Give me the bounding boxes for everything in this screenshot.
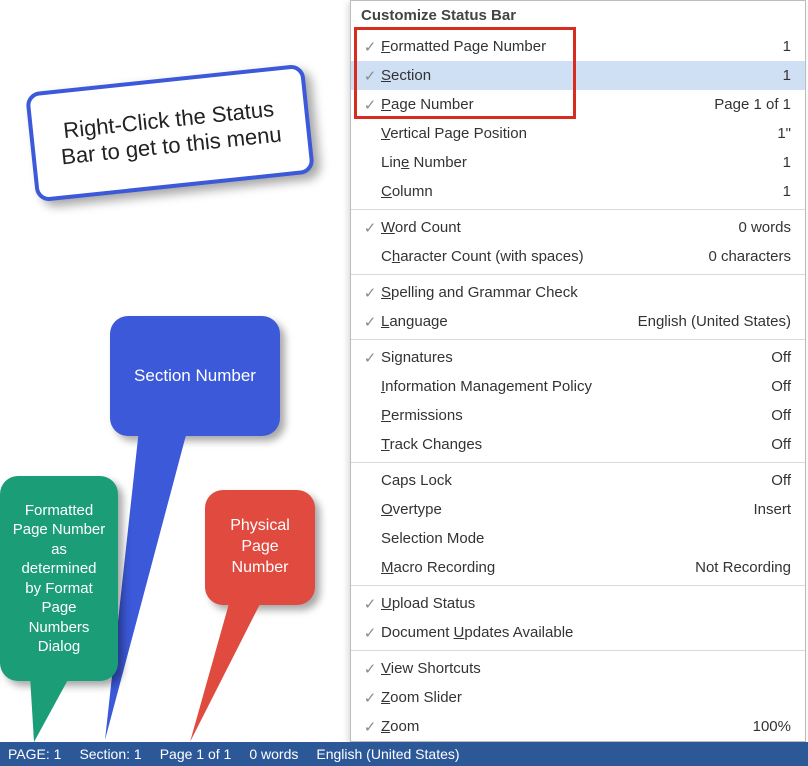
menu-item-view-shortcuts[interactable]: ✓View Shortcuts (351, 654, 805, 683)
callout-text: Section Number (134, 366, 256, 386)
menu-separator (351, 209, 805, 210)
check-icon: ✓ (359, 718, 381, 736)
menu-item-value: English (United States) (638, 313, 791, 330)
menu-item-track-changes[interactable]: Track Changes Off (351, 430, 805, 459)
callout-tail-green (20, 676, 80, 746)
menu-item-value: 1 (783, 154, 791, 171)
menu-item-value: Page 1 of 1 (714, 96, 791, 113)
callout-text: Right-Click the Status Bar to get to thi… (46, 94, 294, 171)
status-word-count[interactable]: 0 words (249, 746, 298, 762)
menu-separator (351, 650, 805, 651)
check-icon: ✓ (359, 38, 381, 56)
callout-tail-red (180, 600, 270, 745)
check-icon: ✓ (359, 349, 381, 367)
callout-rightclick-instruction: Right-Click the Status Bar to get to thi… (25, 64, 315, 203)
menu-item-label: Document Updates Available (381, 624, 573, 641)
menu-item-label: View Shortcuts (381, 660, 481, 677)
status-language[interactable]: English (United States) (316, 746, 459, 762)
check-icon: ✓ (359, 624, 381, 642)
menu-item-line-number[interactable]: Line Number 1 (351, 148, 805, 177)
menu-item-value: 1" (777, 125, 791, 142)
menu-item-signatures[interactable]: ✓Signatures Off (351, 343, 805, 372)
menu-item-zoom-slider[interactable]: ✓Zoom Slider (351, 683, 805, 712)
callout-formatted-page-number: Formatted Page Number as determined by F… (0, 476, 118, 681)
menu-item-label: Formatted Page Number (381, 38, 546, 55)
menu-item-value: Off (771, 472, 791, 489)
menu-item-label: Caps Lock (381, 472, 452, 489)
menu-item-label: Track Changes (381, 436, 482, 453)
menu-item-formatted-page-number[interactable]: ✓Formatted Page Number 1 (351, 32, 805, 61)
menu-item-value: Off (771, 349, 791, 366)
check-icon: ✓ (359, 660, 381, 678)
check-icon: ✓ (359, 313, 381, 331)
menu-item-label: Word Count (381, 219, 461, 236)
menu-item-label: Selection Mode (381, 530, 484, 547)
customize-status-bar-menu: Customize Status Bar ✓Formatted Page Num… (350, 0, 806, 742)
menu-item-label: Vertical Page Position (381, 125, 527, 142)
menu-item-label: Spelling and Grammar Check (381, 284, 578, 301)
menu-item-overtype[interactable]: Overtype Insert (351, 495, 805, 524)
check-icon: ✓ (359, 284, 381, 302)
menu-item-value: 1 (783, 183, 791, 200)
menu-item-zoom[interactable]: ✓Zoom 100% (351, 712, 805, 741)
menu-item-character-count-with-spaces-[interactable]: Character Count (with spaces) 0 character… (351, 242, 805, 271)
check-icon: ✓ (359, 96, 381, 114)
status-page[interactable]: PAGE: 1 (8, 746, 61, 762)
menu-item-value: Off (771, 436, 791, 453)
menu-item-language[interactable]: ✓Language English (United States) (351, 307, 805, 336)
check-icon: ✓ (359, 219, 381, 237)
menu-item-label: Zoom Slider (381, 689, 462, 706)
menu-item-label: Permissions (381, 407, 463, 424)
menu-item-label: Page Number (381, 96, 474, 113)
menu-item-value: 100% (753, 718, 791, 735)
menu-item-spelling-and-grammar-check[interactable]: ✓Spelling and Grammar Check (351, 278, 805, 307)
menu-item-value: Not Recording (695, 559, 791, 576)
menu-item-section[interactable]: ✓Section 1 (351, 61, 805, 90)
menu-item-macro-recording[interactable]: Macro Recording Not Recording (351, 553, 805, 582)
menu-item-vertical-page-position[interactable]: Vertical Page Position 1" (351, 119, 805, 148)
menu-item-value: 0 characters (708, 248, 791, 265)
menu-item-label: Zoom (381, 718, 419, 735)
check-icon: ✓ (359, 67, 381, 85)
menu-item-selection-mode[interactable]: Selection Mode (351, 524, 805, 553)
menu-item-label: Line Number (381, 154, 467, 171)
menu-item-label: Signatures (381, 349, 453, 366)
menu-item-label: Macro Recording (381, 559, 495, 576)
menu-separator (351, 274, 805, 275)
status-page-of[interactable]: Page 1 of 1 (160, 746, 232, 762)
menu-item-caps-lock[interactable]: Caps Lock Off (351, 466, 805, 495)
menu-item-label: Overtype (381, 501, 442, 518)
menu-item-information-management-policy[interactable]: Information Management Policy Off (351, 372, 805, 401)
menu-item-document-updates-available[interactable]: ✓Document Updates Available (351, 618, 805, 647)
menu-item-value: 0 words (738, 219, 791, 236)
menu-item-value: 1 (783, 38, 791, 55)
menu-item-upload-status[interactable]: ✓Upload Status (351, 589, 805, 618)
menu-item-word-count[interactable]: ✓Word Count 0 words (351, 213, 805, 242)
menu-item-label: Character Count (with spaces) (381, 248, 584, 265)
callout-section-number: Section Number (110, 316, 280, 436)
status-section[interactable]: Section: 1 (79, 746, 141, 762)
menu-item-label: Language (381, 313, 448, 330)
callout-text: Physical Page Number (217, 516, 303, 578)
menu-separator (351, 462, 805, 463)
menu-item-value: Off (771, 407, 791, 424)
menu-item-label: Upload Status (381, 595, 475, 612)
menu-item-value: 1 (783, 67, 791, 84)
check-icon: ✓ (359, 689, 381, 707)
status-bar[interactable]: PAGE: 1 Section: 1 Page 1 of 1 0 words E… (0, 742, 808, 766)
callout-physical-page-number: Physical Page Number (205, 490, 315, 605)
menu-item-label: Column (381, 183, 433, 200)
menu-item-label: Information Management Policy (381, 378, 592, 395)
menu-item-value: Insert (753, 501, 791, 518)
menu-separator (351, 339, 805, 340)
menu-title: Customize Status Bar (351, 1, 805, 32)
menu-item-permissions[interactable]: Permissions Off (351, 401, 805, 430)
menu-item-page-number[interactable]: ✓Page Number Page 1 of 1 (351, 90, 805, 119)
menu-item-value: Off (771, 378, 791, 395)
menu-item-label: Section (381, 67, 431, 84)
menu-separator (351, 585, 805, 586)
callout-text: Formatted Page Number as determined by F… (12, 501, 106, 657)
menu-item-column[interactable]: Column 1 (351, 177, 805, 206)
check-icon: ✓ (359, 595, 381, 613)
